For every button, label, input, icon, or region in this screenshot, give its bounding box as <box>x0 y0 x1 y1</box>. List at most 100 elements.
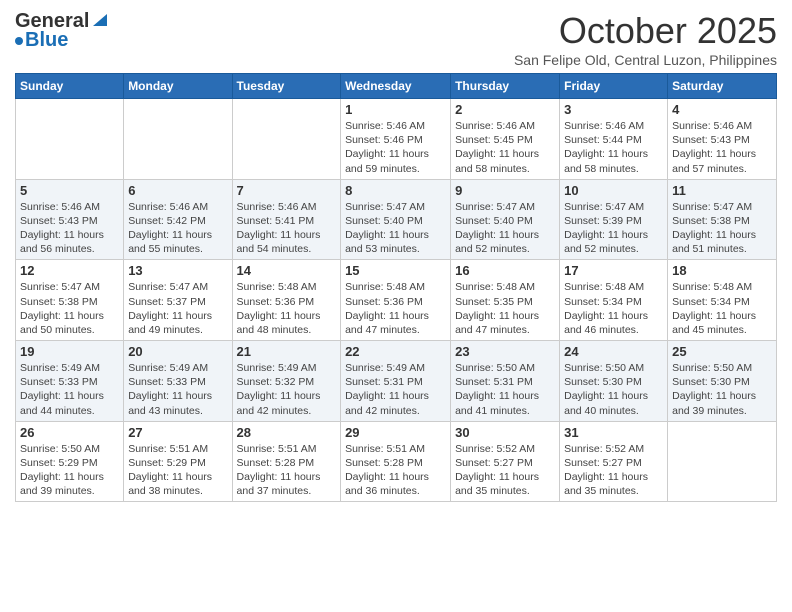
day-number: 18 <box>672 263 772 278</box>
day-info: Sunrise: 5:52 AM Sunset: 5:27 PM Dayligh… <box>564 442 663 499</box>
day-info: Sunrise: 5:47 AM Sunset: 5:40 PM Dayligh… <box>455 200 555 257</box>
calendar-cell: 6 Sunrise: 5:46 AM Sunset: 5:42 PM Daylig… <box>124 179 232 260</box>
day-number: 10 <box>564 183 663 198</box>
calendar-cell: 22 Sunrise: 5:49 AM Sunset: 5:31 PM Dayli… <box>341 341 451 422</box>
day-info: Sunrise: 5:51 AM Sunset: 5:29 PM Dayligh… <box>128 442 227 499</box>
calendar-cell <box>232 99 341 180</box>
day-number: 8 <box>345 183 446 198</box>
calendar-cell: 26 Sunrise: 5:50 AM Sunset: 5:29 PM Dayli… <box>16 421 124 502</box>
day-info: Sunrise: 5:48 AM Sunset: 5:36 PM Dayligh… <box>345 280 446 337</box>
calendar-cell: 29 Sunrise: 5:51 AM Sunset: 5:28 PM Dayli… <box>341 421 451 502</box>
day-info: Sunrise: 5:46 AM Sunset: 5:45 PM Dayligh… <box>455 119 555 176</box>
day-info: Sunrise: 5:47 AM Sunset: 5:37 PM Dayligh… <box>128 280 227 337</box>
day-number: 20 <box>128 344 227 359</box>
calendar-cell: 16 Sunrise: 5:48 AM Sunset: 5:35 PM Dayli… <box>451 260 560 341</box>
day-number: 16 <box>455 263 555 278</box>
weekday-header: Wednesday <box>341 74 451 99</box>
day-number: 12 <box>20 263 119 278</box>
logo-blue-text: Blue <box>25 29 68 52</box>
day-info: Sunrise: 5:49 AM Sunset: 5:32 PM Dayligh… <box>237 361 337 418</box>
day-number: 17 <box>564 263 663 278</box>
calendar-cell: 10 Sunrise: 5:47 AM Sunset: 5:39 PM Dayli… <box>560 179 668 260</box>
calendar-cell: 7 Sunrise: 5:46 AM Sunset: 5:41 PM Daylig… <box>232 179 341 260</box>
calendar-cell: 18 Sunrise: 5:48 AM Sunset: 5:34 PM Dayli… <box>668 260 777 341</box>
day-number: 22 <box>345 344 446 359</box>
calendar-cell: 12 Sunrise: 5:47 AM Sunset: 5:38 PM Dayli… <box>16 260 124 341</box>
calendar-cell <box>16 99 124 180</box>
day-info: Sunrise: 5:47 AM Sunset: 5:38 PM Dayligh… <box>672 200 772 257</box>
title-block: October 2025 San Felipe Old, Central Luz… <box>514 10 777 68</box>
day-info: Sunrise: 5:51 AM Sunset: 5:28 PM Dayligh… <box>345 442 446 499</box>
calendar-cell: 15 Sunrise: 5:48 AM Sunset: 5:36 PM Dayli… <box>341 260 451 341</box>
day-number: 1 <box>345 102 446 117</box>
day-number: 14 <box>237 263 337 278</box>
day-info: Sunrise: 5:48 AM Sunset: 5:34 PM Dayligh… <box>564 280 663 337</box>
day-info: Sunrise: 5:49 AM Sunset: 5:33 PM Dayligh… <box>20 361 119 418</box>
day-number: 30 <box>455 425 555 440</box>
day-info: Sunrise: 5:46 AM Sunset: 5:46 PM Dayligh… <box>345 119 446 176</box>
weekday-header: Thursday <box>451 74 560 99</box>
day-number: 6 <box>128 183 227 198</box>
day-info: Sunrise: 5:46 AM Sunset: 5:44 PM Dayligh… <box>564 119 663 176</box>
day-number: 19 <box>20 344 119 359</box>
calendar-cell: 1 Sunrise: 5:46 AM Sunset: 5:46 PM Daylig… <box>341 99 451 180</box>
calendar-cell: 13 Sunrise: 5:47 AM Sunset: 5:37 PM Dayli… <box>124 260 232 341</box>
day-number: 26 <box>20 425 119 440</box>
day-number: 28 <box>237 425 337 440</box>
day-number: 27 <box>128 425 227 440</box>
day-number: 11 <box>672 183 772 198</box>
calendar-cell: 5 Sunrise: 5:46 AM Sunset: 5:43 PM Daylig… <box>16 179 124 260</box>
day-info: Sunrise: 5:47 AM Sunset: 5:39 PM Dayligh… <box>564 200 663 257</box>
weekday-header: Friday <box>560 74 668 99</box>
day-number: 29 <box>345 425 446 440</box>
logo-triangle-icon <box>91 10 109 33</box>
calendar-cell: 25Sunrise: 5:50 AM Sunset: 5:30 PM Dayli… <box>668 341 777 422</box>
day-number: 3 <box>564 102 663 117</box>
calendar-cell: 21Sunrise: 5:49 AM Sunset: 5:32 PM Dayli… <box>232 341 341 422</box>
calendar-cell: 31Sunrise: 5:52 AM Sunset: 5:27 PM Dayli… <box>560 421 668 502</box>
day-info: Sunrise: 5:52 AM Sunset: 5:27 PM Dayligh… <box>455 442 555 499</box>
weekday-header: Tuesday <box>232 74 341 99</box>
calendar-cell: 11 Sunrise: 5:47 AM Sunset: 5:38 PM Dayli… <box>668 179 777 260</box>
day-info: Sunrise: 5:47 AM Sunset: 5:40 PM Dayligh… <box>345 200 446 257</box>
day-info: Sunrise: 5:48 AM Sunset: 5:36 PM Dayligh… <box>237 280 337 337</box>
calendar-cell: 27 Sunrise: 5:51 AM Sunset: 5:29 PM Dayli… <box>124 421 232 502</box>
month-title: October 2025 <box>514 10 777 52</box>
weekday-header: Sunday <box>16 74 124 99</box>
calendar-table: SundayMondayTuesdayWednesdayThursdayFrid… <box>15 73 777 502</box>
calendar-cell: 4 Sunrise: 5:46 AM Sunset: 5:43 PM Daylig… <box>668 99 777 180</box>
page-header: General Blue October 2025 San Felipe Old… <box>15 10 777 68</box>
calendar-cell <box>124 99 232 180</box>
day-info: Sunrise: 5:46 AM Sunset: 5:43 PM Dayligh… <box>20 200 119 257</box>
day-info: Sunrise: 5:48 AM Sunset: 5:35 PM Dayligh… <box>455 280 555 337</box>
calendar-cell: 20 Sunrise: 5:49 AM Sunset: 5:33 PM Dayli… <box>124 341 232 422</box>
location-subtitle: San Felipe Old, Central Luzon, Philippin… <box>514 52 777 68</box>
calendar-cell: 14 Sunrise: 5:48 AM Sunset: 5:36 PM Dayli… <box>232 260 341 341</box>
day-info: Sunrise: 5:51 AM Sunset: 5:28 PM Dayligh… <box>237 442 337 499</box>
day-number: 5 <box>20 183 119 198</box>
weekday-header: Saturday <box>668 74 777 99</box>
day-info: Sunrise: 5:50 AM Sunset: 5:30 PM Dayligh… <box>672 361 772 418</box>
calendar-cell: 23Sunrise: 5:50 AM Sunset: 5:31 PM Dayli… <box>451 341 560 422</box>
day-info: Sunrise: 5:49 AM Sunset: 5:33 PM Dayligh… <box>128 361 227 418</box>
day-number: 2 <box>455 102 555 117</box>
day-info: Sunrise: 5:47 AM Sunset: 5:38 PM Dayligh… <box>20 280 119 337</box>
day-info: Sunrise: 5:48 AM Sunset: 5:34 PM Dayligh… <box>672 280 772 337</box>
calendar-cell: 8 Sunrise: 5:47 AM Sunset: 5:40 PM Daylig… <box>341 179 451 260</box>
day-info: Sunrise: 5:46 AM Sunset: 5:42 PM Dayligh… <box>128 200 227 257</box>
day-number: 24 <box>564 344 663 359</box>
day-info: Sunrise: 5:49 AM Sunset: 5:31 PM Dayligh… <box>345 361 446 418</box>
day-number: 7 <box>237 183 337 198</box>
calendar-cell: 2 Sunrise: 5:46 AM Sunset: 5:45 PM Daylig… <box>451 99 560 180</box>
calendar-cell: 30 Sunrise: 5:52 AM Sunset: 5:27 PM Dayli… <box>451 421 560 502</box>
day-info: Sunrise: 5:46 AM Sunset: 5:43 PM Dayligh… <box>672 119 772 176</box>
day-info: Sunrise: 5:46 AM Sunset: 5:41 PM Dayligh… <box>237 200 337 257</box>
calendar-cell: 9Sunrise: 5:47 AM Sunset: 5:40 PM Daylig… <box>451 179 560 260</box>
logo: General Blue <box>15 10 109 52</box>
day-info: Sunrise: 5:50 AM Sunset: 5:29 PM Dayligh… <box>20 442 119 499</box>
calendar-cell: 17 Sunrise: 5:48 AM Sunset: 5:34 PM Dayli… <box>560 260 668 341</box>
day-number: 4 <box>672 102 772 117</box>
day-info: Sunrise: 5:50 AM Sunset: 5:31 PM Dayligh… <box>455 361 555 418</box>
day-number: 13 <box>128 263 227 278</box>
day-number: 15 <box>345 263 446 278</box>
